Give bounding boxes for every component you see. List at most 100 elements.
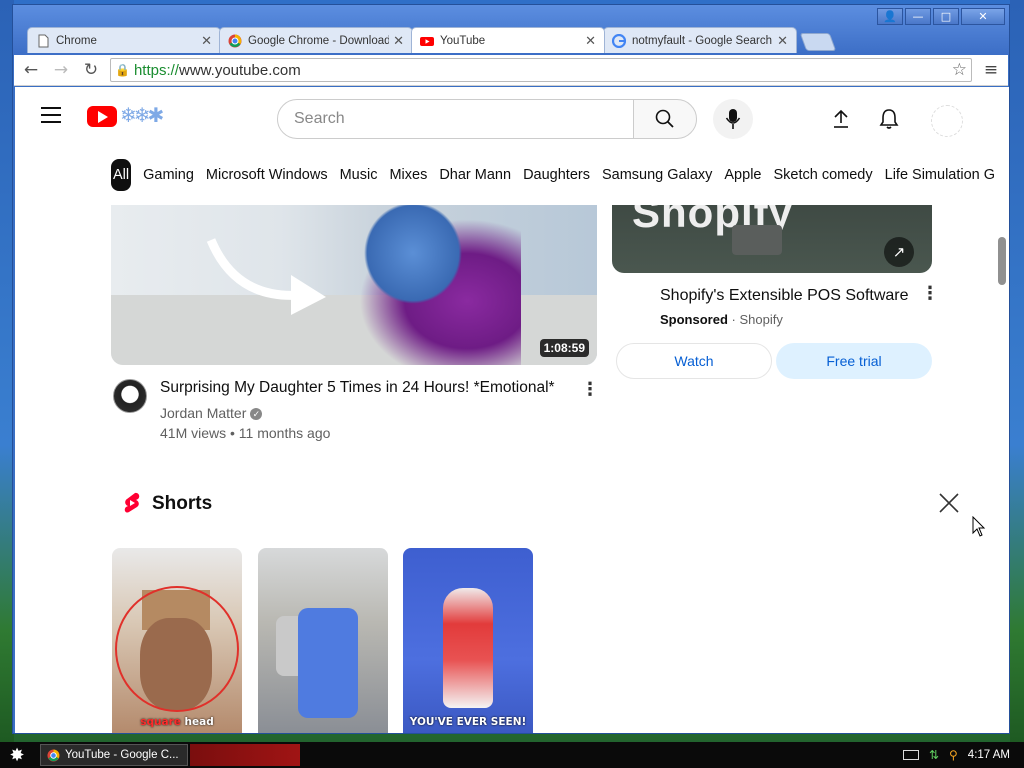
short-thumbnail[interactable]: YOU'VE EVER SEEN!	[403, 548, 533, 733]
close-tab-icon[interactable]: ✕	[201, 33, 212, 49]
short-caption: YOU'VE EVER SEEN!	[409, 716, 527, 728]
search-icon	[655, 109, 674, 128]
chrome-menu-icon[interactable]: ≡	[978, 60, 1004, 80]
search-input[interactable]: Search	[277, 99, 634, 139]
network-icon[interactable]: ⇅	[929, 748, 939, 762]
chip[interactable]: Samsung Galaxy	[602, 159, 712, 191]
browser-window: 👤 — □ ✕ Chrome ✕ Google Chrome - Downloa…	[12, 4, 1010, 734]
short-thumbnail[interactable]: square head	[112, 548, 242, 733]
youtube-logo[interactable]	[87, 106, 117, 127]
chip[interactable]: Mixes	[389, 159, 427, 191]
upload-icon	[834, 109, 848, 128]
pos-device-graphic	[732, 225, 782, 255]
caption-white-text: head	[180, 716, 214, 728]
external-link-icon[interactable]: ↗	[884, 237, 914, 267]
close-tab-icon[interactable]: ✕	[585, 33, 596, 49]
free-trial-button[interactable]: Free trial	[776, 343, 932, 379]
ad-more-options-icon[interactable]: ⋮	[921, 283, 939, 304]
search-tray-icon[interactable]: ⚲	[949, 748, 958, 762]
tab-label: Google Chrome - Download t	[248, 34, 390, 47]
tab-label: notmyfault - Google Search	[632, 34, 772, 47]
chip[interactable]: Gaming	[143, 159, 194, 191]
system-tray: ⇅ ⚲ 4:17 AM	[902, 748, 1024, 762]
page-viewport: ❄❄✱ Search All Gaming Microsoft Windows …	[15, 87, 1009, 733]
page-scrollbar[interactable]	[995, 87, 1009, 733]
desktop-background-right	[1010, 0, 1024, 742]
back-icon[interactable]: ←	[18, 57, 44, 83]
forward-icon[interactable]: →	[48, 57, 74, 83]
tab-label: Chrome	[56, 34, 97, 47]
mouse-cursor-icon	[972, 516, 986, 537]
verified-icon: ✓	[250, 408, 263, 421]
popsicle-graphic	[443, 588, 493, 708]
blue-phone-graphic	[298, 608, 358, 718]
maximize-button[interactable]: □	[933, 8, 959, 25]
notifications-button[interactable]	[875, 105, 903, 133]
lock-icon: 🔒	[115, 63, 130, 77]
url-host: www.youtube.com	[178, 61, 301, 79]
youtube-doodle-icon[interactable]: ❄❄✱	[120, 103, 164, 127]
address-bar[interactable]: 🔒 https:// www.youtube.com ☆	[110, 58, 972, 82]
tab-chrome[interactable]: Chrome ✕	[27, 27, 221, 53]
chip[interactable]: Sketch comedy	[773, 159, 872, 191]
taskbar-item-red[interactable]	[190, 744, 300, 766]
user-profile-button[interactable]: 👤	[877, 8, 903, 25]
chip-all[interactable]: All	[111, 159, 132, 191]
reload-icon[interactable]: ↻	[78, 57, 104, 83]
video-thumbnail[interactable]: 1:08:59	[111, 205, 597, 365]
start-button[interactable]: ✸	[0, 742, 34, 768]
keyboard-icon[interactable]	[902, 750, 919, 760]
category-chips: All Gaming Microsoft Windows Music Mixes…	[111, 159, 1003, 191]
ad-title[interactable]: Shopify's Extensible POS Software	[660, 287, 909, 305]
google-icon	[612, 33, 626, 48]
youtube-icon	[420, 36, 434, 46]
guide-menu-icon[interactable]	[41, 107, 61, 123]
close-window-button[interactable]: ✕	[961, 8, 1005, 25]
bell-icon	[879, 109, 899, 129]
chip[interactable]: Microsoft Windows	[206, 159, 328, 191]
ad-thumbnail[interactable]: Shopify ↗	[612, 205, 932, 273]
bookmark-star-icon[interactable]: ☆	[952, 60, 967, 80]
title-bar: 👤 — □ ✕ Chrome ✕ Google Chrome - Downloa…	[13, 5, 1009, 55]
voice-search-button[interactable]	[713, 99, 753, 139]
close-tab-icon[interactable]: ✕	[393, 33, 404, 49]
channel-avatar[interactable]	[113, 379, 147, 413]
short-thumbnail[interactable]	[258, 548, 388, 733]
sponsored-label: Sponsored	[660, 312, 728, 327]
chrome-icon	[228, 34, 242, 47]
tab-youtube[interactable]: YouTube ✕	[411, 27, 605, 53]
chip[interactable]: Life Simulation Gan	[885, 159, 1003, 191]
taskbar-item-youtube[interactable]: YouTube - Google C...	[40, 744, 188, 766]
new-tab-button[interactable]	[799, 33, 837, 51]
video-title[interactable]: Surprising My Daughter 5 Times in 24 Hou…	[160, 379, 580, 397]
browser-toolbar: ← → ↻ 🔒 https:// www.youtube.com ☆ ≡	[14, 55, 1008, 86]
channel-name-line[interactable]: Jordan Matter ✓	[160, 405, 263, 421]
thumbnail-people	[341, 205, 521, 365]
chip[interactable]: Music	[340, 159, 378, 191]
video-more-options-icon[interactable]: ⋮	[581, 379, 599, 400]
tab-chrome-download[interactable]: Google Chrome - Download t ✕	[219, 27, 413, 53]
account-avatar[interactable]	[931, 105, 963, 137]
chip[interactable]: Apple	[724, 159, 761, 191]
arrow-graphic	[206, 238, 326, 315]
shorts-section-title: Shorts	[152, 493, 213, 514]
youtube-header: ❄❄✱ Search	[15, 87, 1009, 145]
ad-metadata: Sponsored · Shopify	[660, 312, 783, 327]
watch-button[interactable]: Watch	[616, 343, 772, 379]
minimize-button[interactable]: —	[905, 8, 931, 25]
video-duration-badge: 1:08:59	[539, 339, 589, 357]
chip[interactable]: Daughters	[523, 159, 590, 191]
tab-label: YouTube	[440, 34, 486, 47]
close-icon[interactable]	[937, 491, 961, 515]
search-button[interactable]	[633, 99, 697, 139]
shorts-icon	[124, 492, 140, 513]
create-button[interactable]	[827, 105, 855, 133]
chip[interactable]: Dhar Mann	[439, 159, 511, 191]
doc-icon	[38, 34, 49, 47]
advertiser-name: · Shopify	[731, 312, 783, 327]
clock[interactable]: 4:17 AM	[968, 749, 1010, 761]
scrollbar-thumb[interactable]	[998, 237, 1006, 285]
close-tab-icon[interactable]: ✕	[777, 33, 788, 49]
channel-name[interactable]: Jordan Matter	[160, 405, 246, 421]
tab-google-search[interactable]: notmyfault - Google Search ✕	[603, 27, 797, 53]
